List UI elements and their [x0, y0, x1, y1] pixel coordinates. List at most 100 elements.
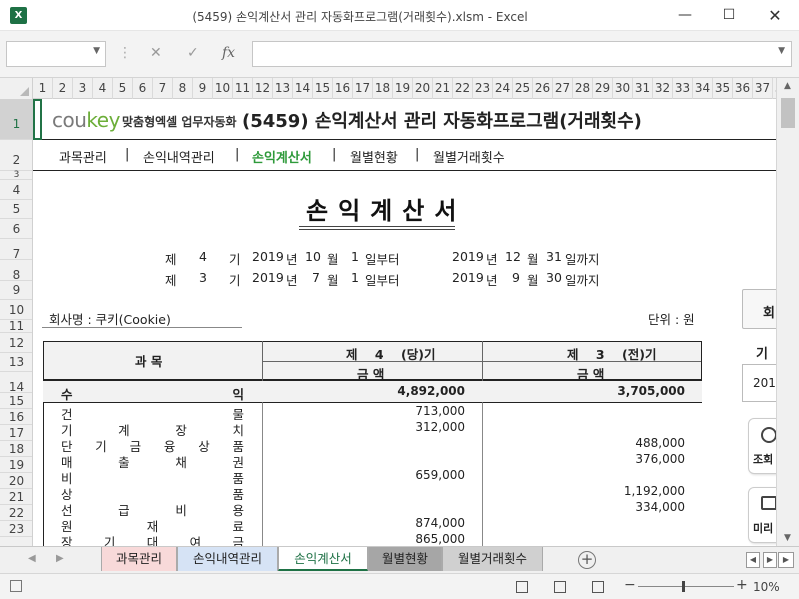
column-header-cell[interactable]: 26 — [533, 78, 553, 99]
nav-item-income-statement[interactable]: 손익계산서 — [252, 147, 312, 166]
row-header-cell[interactable]: 22 — [0, 505, 32, 521]
column-header-cell[interactable]: 30 — [613, 78, 633, 99]
nav-item-pl-entries[interactable]: 손익내역관리 — [143, 147, 215, 166]
zoom-level[interactable]: 10% — [753, 580, 780, 594]
column-header-cell[interactable]: 13 — [273, 78, 293, 99]
prev-sheet-icon[interactable]: ◀ — [28, 553, 36, 564]
insert-function-icon[interactable]: fx — [222, 45, 235, 61]
column-header-cell[interactable]: 25 — [513, 78, 533, 99]
column-header-cell[interactable]: 14 — [293, 78, 313, 99]
column-header-cell[interactable]: 33 — [673, 78, 693, 99]
column-header-cell[interactable]: 8 — [173, 78, 193, 99]
scroll-thumb[interactable] — [781, 98, 795, 128]
column-header-cell[interactable]: 12 — [253, 78, 273, 99]
column-header-cell[interactable]: 2 — [53, 78, 73, 99]
maximize-button[interactable]: ☐ — [706, 0, 752, 31]
row-header-cell[interactable]: 18 — [0, 441, 32, 457]
row-header-cell[interactable]: 11 — [0, 320, 32, 333]
row-header-cell[interactable]: 16 — [0, 409, 32, 425]
column-header-cell[interactable]: 36 — [733, 78, 753, 99]
column-header-cell[interactable]: 17 — [353, 78, 373, 99]
column-header-cell[interactable]: 37 — [753, 78, 773, 99]
statement-button[interactable]: 회 — [742, 289, 776, 329]
column-header-cell[interactable]: 32 — [653, 78, 673, 99]
preview-card-button[interactable]: 미리 — [748, 487, 776, 543]
close-button[interactable]: ✕ — [752, 0, 798, 31]
column-header-cell[interactable]: 1 — [33, 78, 53, 99]
column-header-cell[interactable]: 31 — [633, 78, 653, 99]
column-header-cell[interactable]: 11 — [233, 78, 253, 99]
row-header-cell[interactable]: 8 — [0, 260, 32, 282]
row-header-cell[interactable]: 20 — [0, 473, 32, 489]
selected-cell[interactable] — [33, 99, 42, 140]
row-header-cell[interactable]: 9 — [0, 281, 32, 300]
row-header-cell[interactable]: 3 — [0, 171, 32, 180]
sheet-tab-monthly-status[interactable]: 월별현황 — [368, 547, 442, 571]
row-header-cell[interactable]: 17 — [0, 425, 32, 441]
next-sheet-icon[interactable]: ▶ — [56, 553, 64, 564]
nav-item-monthly-transactions[interactable]: 월별거래횟수 — [433, 147, 505, 166]
row-header-cell[interactable]: 15 — [0, 393, 32, 409]
column-header-cell[interactable]: 6 — [133, 78, 153, 99]
expand-formula-icon[interactable]: ▼ — [778, 46, 785, 56]
row-header-cell[interactable]: 23 — [0, 521, 32, 537]
column-header-cell[interactable]: 20 — [413, 78, 433, 99]
column-header-cell[interactable]: 15 — [313, 78, 333, 99]
column-header-cell[interactable]: 18 — [373, 78, 393, 99]
column-header-cell[interactable]: 27 — [553, 78, 573, 99]
row-header-cell[interactable]: 21 — [0, 489, 32, 505]
column-header-cell[interactable]: 23 — [473, 78, 493, 99]
zoom-slider-knob[interactable] — [682, 581, 685, 592]
column-header-cell[interactable]: 4 — [93, 78, 113, 99]
normal-view-icon[interactable] — [516, 581, 528, 593]
row-header-cell[interactable]: 2 — [0, 140, 32, 171]
select-all-button[interactable] — [0, 78, 33, 99]
worksheet-grid[interactable]: coukey 맞춤형엑셀 업무자동화 (5459) 손익계산서 관리 자동화프로… — [33, 99, 776, 546]
column-header-cell[interactable]: 7 — [153, 78, 173, 99]
scroll-right-icon[interactable]: ▶ — [763, 552, 777, 568]
row-header-cell[interactable]: 10 — [0, 300, 32, 320]
row-header-cell[interactable]: 6 — [0, 219, 32, 239]
scroll-down-icon[interactable]: ▼ — [784, 533, 791, 543]
column-header-cell[interactable]: 3 — [73, 78, 93, 99]
sheet-tab-subject-management[interactable]: 과목관리 — [101, 547, 177, 571]
zoom-out-button[interactable]: − — [624, 577, 636, 593]
column-header-cell[interactable]: 16 — [333, 78, 353, 99]
add-sheet-button[interactable]: + — [578, 551, 596, 569]
scroll-end-icon[interactable]: ▶ — [778, 552, 794, 568]
chevron-down-icon[interactable]: ▼ — [93, 46, 100, 56]
row-header-cell[interactable]: 14 — [0, 372, 32, 394]
column-header-cell[interactable]: 28 — [573, 78, 593, 99]
column-header-cell[interactable]: 29 — [593, 78, 613, 99]
base-date-field[interactable]: 201 — [742, 364, 776, 402]
column-header-cell[interactable]: 21 — [433, 78, 453, 99]
column-header-cell[interactable]: 5 — [113, 78, 133, 99]
nav-item-subject-management[interactable]: 과목관리 — [59, 147, 107, 166]
macro-record-icon[interactable] — [10, 580, 22, 592]
name-box[interactable]: ▼ — [6, 41, 106, 67]
row-header-cell[interactable]: 4 — [0, 180, 32, 200]
minimize-button[interactable]: — — [662, 0, 708, 31]
scroll-left-icon[interactable]: ◀ — [746, 552, 760, 568]
confirm-entry-icon[interactable]: ✓ — [187, 45, 199, 61]
vertical-scrollbar[interactable]: ▲ ▼ — [776, 78, 799, 546]
sheet-tab-pl-entries[interactable]: 손익내역관리 — [177, 547, 278, 571]
sheet-tab-income-statement[interactable]: 손익계산서 — [278, 547, 368, 571]
nav-item-monthly-status[interactable]: 월별현황 — [350, 147, 398, 166]
zoom-slider[interactable] — [638, 586, 734, 587]
page-break-view-icon[interactable] — [592, 581, 604, 593]
column-header-cell[interactable]: 34 — [693, 78, 713, 99]
column-header-cell[interactable]: 10 — [213, 78, 233, 99]
row-header-cell[interactable]: 13 — [0, 353, 32, 372]
column-header-cell[interactable]: 35 — [713, 78, 733, 99]
zoom-in-button[interactable]: + — [736, 577, 748, 593]
sheet-tab-monthly-transactions[interactable]: 월별거래횟수 — [442, 547, 543, 571]
column-header-cell[interactable]: 24 — [493, 78, 513, 99]
row-header-cell[interactable]: 5 — [0, 200, 32, 219]
page-layout-view-icon[interactable] — [554, 581, 566, 593]
scroll-up-icon[interactable]: ▲ — [784, 81, 791, 91]
cancel-entry-icon[interactable]: ✕ — [150, 45, 162, 61]
row-header-cell[interactable]: 12 — [0, 333, 32, 353]
row-header-cell[interactable]: 1 — [0, 99, 32, 140]
row-header-cell[interactable]: 19 — [0, 457, 32, 473]
